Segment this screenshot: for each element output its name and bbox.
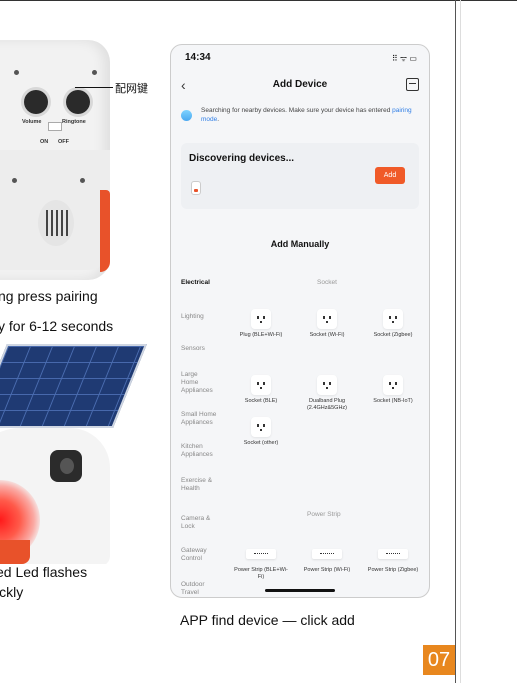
ringtone-label: Ringtone (62, 119, 86, 125)
discovered-device-icon (191, 181, 201, 195)
pairing-button-callout: 配网键 (115, 83, 148, 95)
search-status: Searching for nearby devices. Make sure … (181, 103, 419, 133)
power-switch (48, 122, 62, 131)
product-tile[interactable]: Power Strip (Zigbee) (363, 549, 423, 574)
category-sensors[interactable]: Sensors (181, 345, 231, 353)
ringtone-knob (66, 90, 90, 114)
socket-icon (383, 375, 403, 395)
siren-orange-trim-right (100, 190, 110, 272)
phone-screenshot: 14:34 ⠿ ᯤ ▭ ‹ Add Device Searching for n… (170, 44, 430, 598)
home-indicator (265, 589, 335, 592)
led-caption-line-2: ickly (0, 584, 24, 600)
category-large-home-appliances[interactable]: Large Home Appliances (181, 371, 215, 395)
scan-icon[interactable] (406, 78, 419, 91)
socket-icon (251, 417, 271, 437)
off-label: OFF (58, 139, 69, 145)
add-button[interactable]: Add (375, 167, 405, 184)
volume-knob (24, 90, 48, 114)
product-tile[interactable]: Socket (Wi-Fi) (297, 309, 357, 339)
socket-icon (317, 375, 337, 395)
search-message: Searching for nearby devices. Make sure … (201, 107, 412, 123)
category-electrical[interactable]: Electrical (181, 279, 231, 287)
discovering-card: Discovering devices... Add (181, 143, 419, 209)
right-border (455, 0, 456, 683)
category-lighting[interactable]: Lighting (181, 313, 231, 321)
power-strip-icon (378, 549, 408, 559)
solar-panel (0, 344, 147, 428)
socket-icon (251, 309, 271, 329)
socket-icon (317, 309, 337, 329)
page-number-badge: 07 (423, 645, 455, 675)
product-tile[interactable]: Power Strip (Wi-Fi) (297, 549, 357, 574)
speaker-grille (38, 200, 74, 246)
category-camera-lock[interactable]: Camera & Lock (181, 515, 217, 531)
pairing-caption-line-2: y for 6-12 seconds (0, 318, 114, 334)
screw-icon (14, 70, 19, 75)
pir-sensor (50, 450, 82, 482)
screw-icon (80, 178, 85, 183)
bluetooth-search-icon (181, 110, 192, 121)
phone-caption: APP find device — click add (180, 612, 355, 628)
on-label: ON (40, 139, 49, 145)
product-tile[interactable]: Dualband Plug (2.4GHz&5GHz) (293, 375, 361, 412)
category-kitchen-appliances[interactable]: Kitchen Appliances (181, 443, 221, 459)
product-tile[interactable]: Socket (Zigbee) (363, 309, 423, 339)
category-gateway-control[interactable]: Gateway Control (181, 547, 217, 563)
led-caption-line-1: ed Led flashes (0, 564, 88, 580)
section-socket: Socket (317, 279, 337, 286)
category-outdoor-travel[interactable]: Outdoor Travel (181, 581, 217, 597)
socket-icon (383, 309, 403, 329)
category-exercise-health[interactable]: Exercise & Health (181, 477, 219, 493)
product-tile[interactable]: Socket (BLE) (231, 375, 291, 405)
discovering-title: Discovering devices... (189, 153, 295, 164)
siren-orange-base (0, 540, 30, 564)
pairing-caption-line-1: ng press pairing (0, 288, 98, 304)
nav-bar: ‹ Add Device (171, 73, 429, 97)
product-tile[interactable]: Plug (BLE+Wi-Fi) (231, 309, 291, 339)
callout-line (75, 87, 113, 88)
product-tile[interactable]: Socket (NB-IoT) (363, 375, 423, 405)
screw-icon (92, 70, 97, 75)
gutter-line (460, 0, 461, 683)
status-icons: ⠿ ᯤ ▭ (391, 54, 417, 63)
power-strip-icon (246, 549, 276, 559)
status-bar: 14:34 ⠿ ᯤ ▭ (171, 45, 429, 71)
socket-icon (251, 375, 271, 395)
power-strip-icon (312, 549, 342, 559)
section-power-strip: Power Strip (307, 511, 341, 518)
page-title: Add Device (272, 79, 328, 90)
screw-icon (12, 178, 17, 183)
product-tile[interactable]: Socket (other) (231, 417, 291, 447)
status-time: 14:34 (185, 52, 211, 63)
product-tile[interactable]: Power Strip (BLE+Wi-Fi) (231, 549, 291, 581)
volume-label: Volume (22, 119, 42, 125)
solar-siren-illustration (0, 340, 160, 564)
add-manually-title: Add Manually (270, 239, 330, 249)
category-small-home-appliances[interactable]: Small Home Appliances (181, 411, 227, 427)
siren-device-illustration: Volume Ringtone ON OFF (0, 0, 160, 292)
